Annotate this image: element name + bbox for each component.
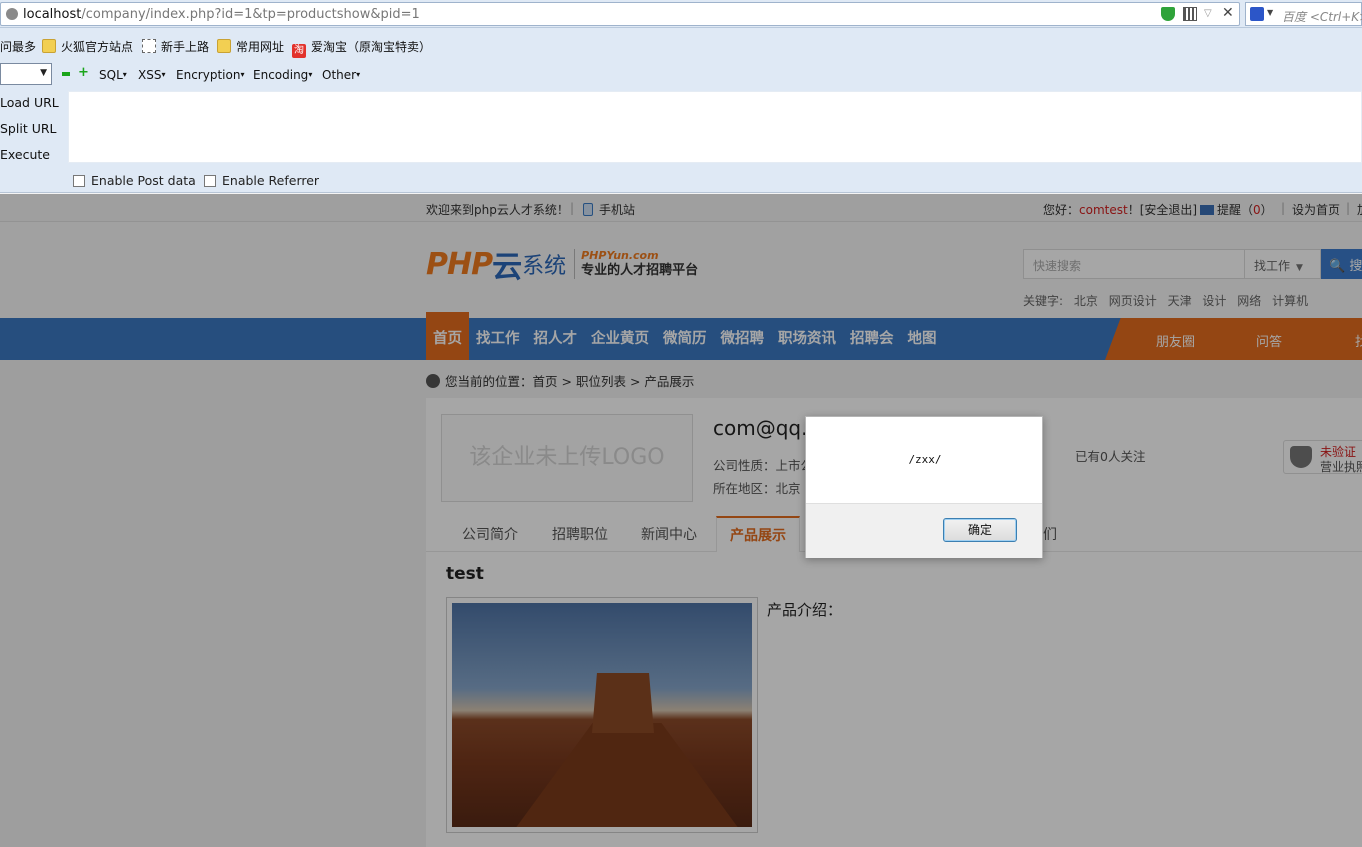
ok-button[interactable]: 确定 bbox=[943, 518, 1017, 542]
hackbar-menu-encryption[interactable]: Encryption▾ bbox=[176, 68, 244, 82]
globe-icon bbox=[6, 8, 18, 20]
chevron-down-icon[interactable]: ▽ bbox=[1204, 8, 1218, 22]
browser-toolbar: localhost/company/index.php?id=1&tp=prod… bbox=[0, 0, 1362, 28]
hackbar-menu-other[interactable]: Other▾ bbox=[322, 68, 360, 82]
alert-message: /zxx/ bbox=[908, 453, 942, 466]
modal-overlay bbox=[0, 194, 1362, 847]
load-url-button[interactable]: Load URL bbox=[0, 95, 59, 110]
chevron-down-icon: ▼ bbox=[40, 68, 47, 78]
search-placeholder: 百度 <Ctrl+K> bbox=[1282, 10, 1362, 24]
baidu-engine-icon[interactable] bbox=[1250, 7, 1264, 21]
hackbar-panel: ▼ + SQL▾ XSS▾ Encryption▾ Encoding▾ Othe… bbox=[0, 62, 1362, 193]
bookmark-item[interactable]: 新手上路 bbox=[142, 38, 209, 55]
decrease-icon[interactable] bbox=[62, 72, 70, 76]
alert-footer: 确定 bbox=[806, 503, 1042, 558]
bookmark-item[interactable]: 淘爱淘宝（原淘宝特卖） bbox=[292, 38, 431, 58]
alert-dialog: /zxx/ 确定 bbox=[805, 416, 1043, 558]
qr-code-icon[interactable] bbox=[1183, 7, 1197, 21]
execute-button[interactable]: Execute bbox=[0, 147, 50, 162]
enable-referrer-checkbox[interactable]: Enable Referrer bbox=[204, 173, 319, 188]
hackbar-url-input[interactable] bbox=[68, 91, 1362, 163]
split-url-button[interactable]: Split URL bbox=[0, 121, 57, 136]
bookmark-item[interactable]: 问最多 bbox=[0, 38, 36, 55]
url-text[interactable]: localhost/company/index.php?id=1&tp=prod… bbox=[23, 7, 420, 22]
bookmarks-toolbar: 问最多 火狐官方站点 新手上路 常用网址 淘爱淘宝（原淘宝特卖） bbox=[0, 28, 1362, 62]
folder-icon bbox=[217, 39, 231, 53]
bookmark-item[interactable]: 火狐官方站点 bbox=[42, 38, 133, 55]
folder-icon bbox=[42, 39, 56, 53]
address-bar[interactable]: localhost/company/index.php?id=1&tp=prod… bbox=[0, 2, 1240, 26]
hackbar-select[interactable]: ▼ bbox=[0, 63, 52, 85]
chevron-down-icon[interactable]: ▼ bbox=[1267, 8, 1273, 17]
enable-post-data-checkbox[interactable]: Enable Post data bbox=[73, 173, 196, 188]
taobao-icon: 淘 bbox=[292, 44, 306, 58]
increase-icon[interactable]: + bbox=[78, 66, 89, 79]
search-bar[interactable]: ▼ 百度 <Ctrl+K> bbox=[1245, 2, 1362, 26]
shield-icon[interactable] bbox=[1161, 7, 1175, 21]
hackbar-menu-sql[interactable]: SQL▾ bbox=[99, 68, 127, 82]
close-icon[interactable]: ✕ bbox=[1222, 5, 1236, 21]
bookmark-item[interactable]: 常用网址 bbox=[217, 38, 284, 55]
page-icon bbox=[142, 39, 156, 53]
hackbar-menu-encoding[interactable]: Encoding▾ bbox=[253, 68, 312, 82]
hackbar-menu-xss[interactable]: XSS▾ bbox=[138, 68, 165, 82]
